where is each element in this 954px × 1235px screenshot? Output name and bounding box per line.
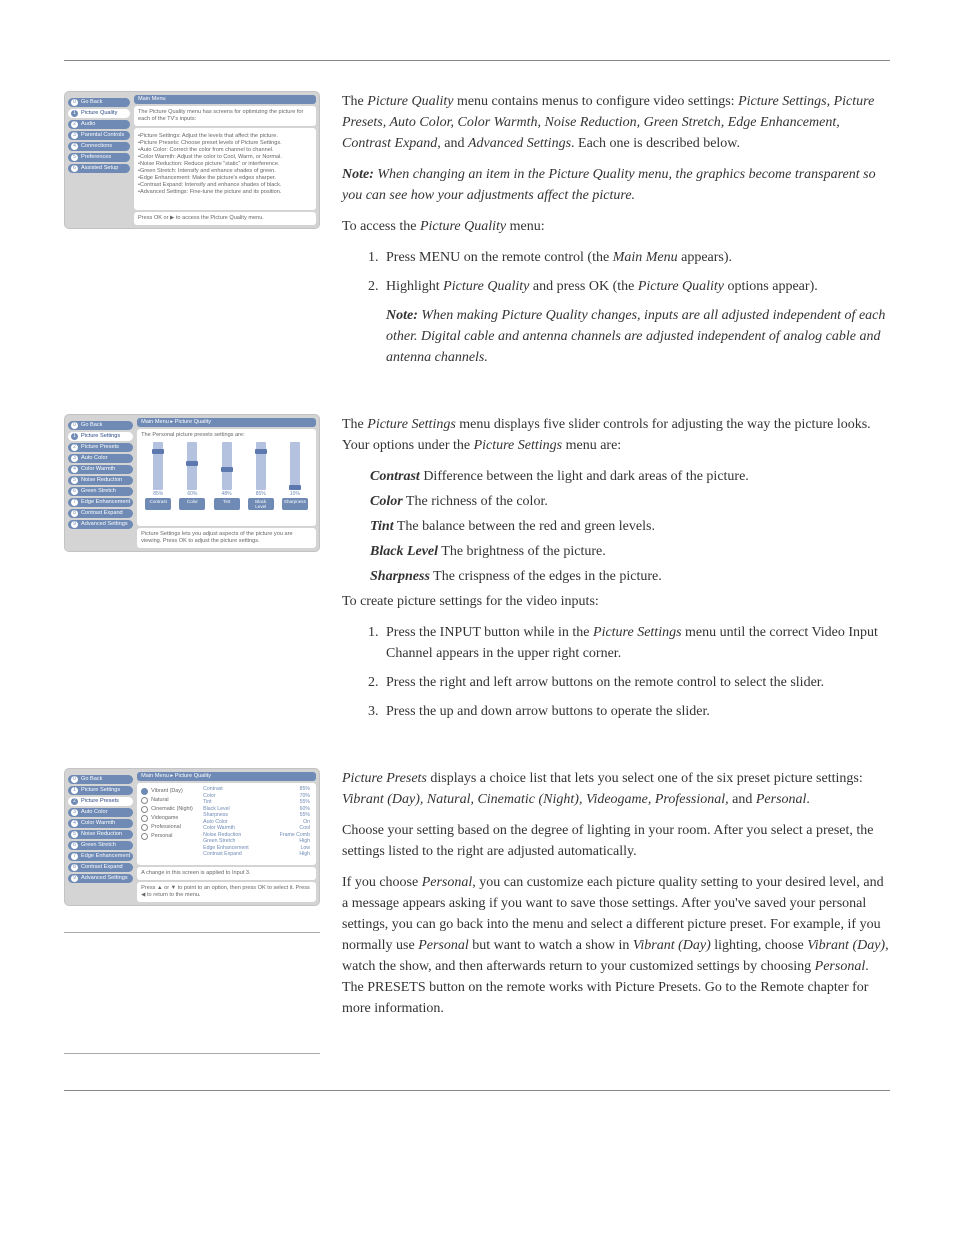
sidebar-item: 4Connections (68, 142, 130, 151)
list-item: Press the INPUT button while in the Pict… (382, 622, 890, 664)
sidebar-item: 1Picture Quality (68, 109, 130, 118)
section-picture-settings: 0Go Back 1Picture Settings 2Picture Preset… (64, 414, 890, 732)
sidebar-item: 2Picture Presets (68, 797, 133, 806)
figure-bullet: •Advanced Settings: Fine-tune the pictur… (138, 189, 312, 196)
sidebar-item: 5Noise Reduction (68, 830, 133, 839)
sidebar-item: 9Advanced Settings (68, 874, 133, 883)
note: Note: When changing an item in the Pictu… (342, 164, 890, 206)
sidebar-item: 3Auto Color (68, 454, 133, 463)
sidebar-item: 1Picture Settings (68, 786, 133, 795)
top-rule (64, 60, 890, 61)
sidebar-item: 0Go Back (68, 98, 130, 107)
figure-bullet: •Picture Settings: Adjust the levels tha… (138, 133, 312, 140)
figure-radio: Videogame (141, 815, 197, 822)
figure-bullet: •Picture Presets: Choose preset levels o… (138, 140, 312, 147)
figure-sliders-pane: The Personal picture presets settings ar… (137, 429, 316, 526)
figure-bullet: •Auto Color: Correct the color from chan… (138, 147, 312, 154)
figure-slider: 60%Color (181, 442, 203, 510)
figure-slider: 10%Sharpness (284, 442, 306, 510)
paragraph: Choose your setting based on the degree … (342, 820, 890, 862)
sidebar-item: 3Auto Color (68, 808, 133, 817)
figure-bullet: •Edge Enhancement: Make the picture's ed… (138, 175, 312, 182)
figure-slider: 85%Contrast (147, 442, 169, 510)
section-picture-presets: 0Go Back 1Picture Settings 2Picture Preset… (64, 768, 890, 1054)
figure-footer: Press OK or ▶ to access the Picture Qual… (134, 212, 316, 225)
figure-intro: The Personal picture presets settings ar… (141, 432, 312, 439)
paragraph: Picture Presets displays a choice list t… (342, 768, 890, 810)
sidebar-item: 3Parental Controls (68, 131, 130, 140)
list-item: Press MENU on the remote control (the Ma… (382, 247, 890, 268)
figure-picture-settings: 0Go Back 1Picture Settings 2Picture Preset… (64, 414, 320, 552)
figure-bullet: •Noise Reduction: Reduce picture "static… (138, 161, 312, 168)
figure-radio: Natural (141, 797, 197, 804)
sidebar-item: 1Picture Settings (68, 432, 133, 441)
sidebar-item: 8Contrast Expand (68, 509, 133, 518)
figure-radio: Professional (141, 824, 197, 831)
sidebar-item: 6Green Stretch (68, 841, 133, 850)
figure-bullet: •Contrast Expand: Intensify and enhance … (138, 182, 312, 189)
figure-radio: Cinematic (Night) (141, 806, 197, 813)
sidebar-item: 6Green Stretch (68, 487, 133, 496)
figure-bullet: •Color Warmth: Adjust the color to Cool,… (138, 154, 312, 161)
text-section-2: The Picture Settings menu displays five … (342, 414, 890, 732)
figure-title: Main Menu (134, 95, 316, 104)
sidebar-item: 4Color Warmth (68, 819, 133, 828)
sidebar-item: 2Picture Presets (68, 443, 133, 452)
short-rule (64, 1053, 320, 1054)
figure-title: Main Menu ▸ Picture Quality (137, 418, 316, 427)
figure-footer: Press ▲ or ▼ to point to an option, then… (137, 882, 316, 902)
figure-slider: 85%Black Level (250, 442, 272, 510)
definitions: Contrast Difference between the light an… (370, 466, 890, 587)
figure-slider: 48%Tint (216, 442, 238, 510)
figure-value-row: Contrast ExpandHigh (201, 851, 312, 858)
ordered-list: Press MENU on the remote control (the Ma… (342, 247, 890, 368)
paragraph: The Picture Quality menu contains menus … (342, 91, 890, 154)
figure-intro: The Picture Quality menu has screens for… (134, 106, 316, 126)
list-item: Highlight Picture Quality and press OK (… (382, 276, 890, 368)
figure-radio: Vibrant (Day) (141, 788, 197, 795)
paragraph: If you choose Personal, you can customiz… (342, 872, 890, 1019)
figure-radio: Personal (141, 833, 197, 840)
note: Note: When making Picture Quality change… (386, 305, 890, 368)
figure-bullet: •Green Stretch: Intensify and enhance sh… (138, 168, 312, 175)
sidebar-item: 2Audio (68, 120, 130, 129)
figure-presets-pane: Vibrant (Day) Natural Cinematic (Night) Vid… (137, 783, 316, 865)
sidebar-item: 9Advanced Settings (68, 520, 133, 529)
figure-2-col: 0Go Back 1Picture Settings 2Picture Preset… (64, 414, 320, 552)
figure-bullets: •Picture Settings: Adjust the levels tha… (134, 128, 316, 210)
sidebar-item: 7Edge Enhancement (68, 498, 133, 507)
sidebar-item: 7Edge Enhancement (68, 852, 133, 861)
figure-footer: Picture Settings lets you adjust aspects… (137, 528, 316, 548)
sidebar-item: 5Noise Reduction (68, 476, 133, 485)
paragraph: To access the Picture Quality menu: (342, 216, 890, 237)
figure-note: A change in this screen is applied to In… (137, 867, 316, 880)
text-section-3: Picture Presets displays a choice list t… (342, 768, 890, 1029)
ordered-list: Press the INPUT button while in the Pict… (342, 622, 890, 722)
bottom-rule (64, 1090, 890, 1091)
figure-main-menu: 0Go Back 1Picture Quality 2Audio 3Parental … (64, 91, 320, 229)
list-item: Press the up and down arrow buttons to o… (382, 701, 890, 722)
short-rule (64, 932, 320, 933)
sidebar-item: 4Color Warmth (68, 465, 133, 474)
figure-1-col: 0Go Back 1Picture Quality 2Audio 3Parental … (64, 91, 320, 229)
paragraph: To create picture settings for the video… (342, 591, 890, 612)
sidebar-item: 8Contrast Expand (68, 863, 133, 872)
sidebar-item: 0Go Back (68, 421, 133, 430)
text-section-1: The Picture Quality menu contains menus … (342, 91, 890, 378)
section-picture-quality: 0Go Back 1Picture Quality 2Audio 3Parental … (64, 91, 890, 378)
sidebar-item: 0Go Back (68, 775, 133, 784)
figure-picture-presets: 0Go Back 1Picture Settings 2Picture Preset… (64, 768, 320, 906)
paragraph: The Picture Settings menu displays five … (342, 414, 890, 456)
list-item: Press the right and left arrow buttons o… (382, 672, 890, 693)
sidebar-item: 5Preferences (68, 153, 130, 162)
figure-3-col: 0Go Back 1Picture Settings 2Picture Preset… (64, 768, 320, 1054)
sidebar-item: 6Assisted Setup (68, 164, 130, 173)
figure-title: Main Menu ▸ Picture Quality (137, 772, 316, 781)
